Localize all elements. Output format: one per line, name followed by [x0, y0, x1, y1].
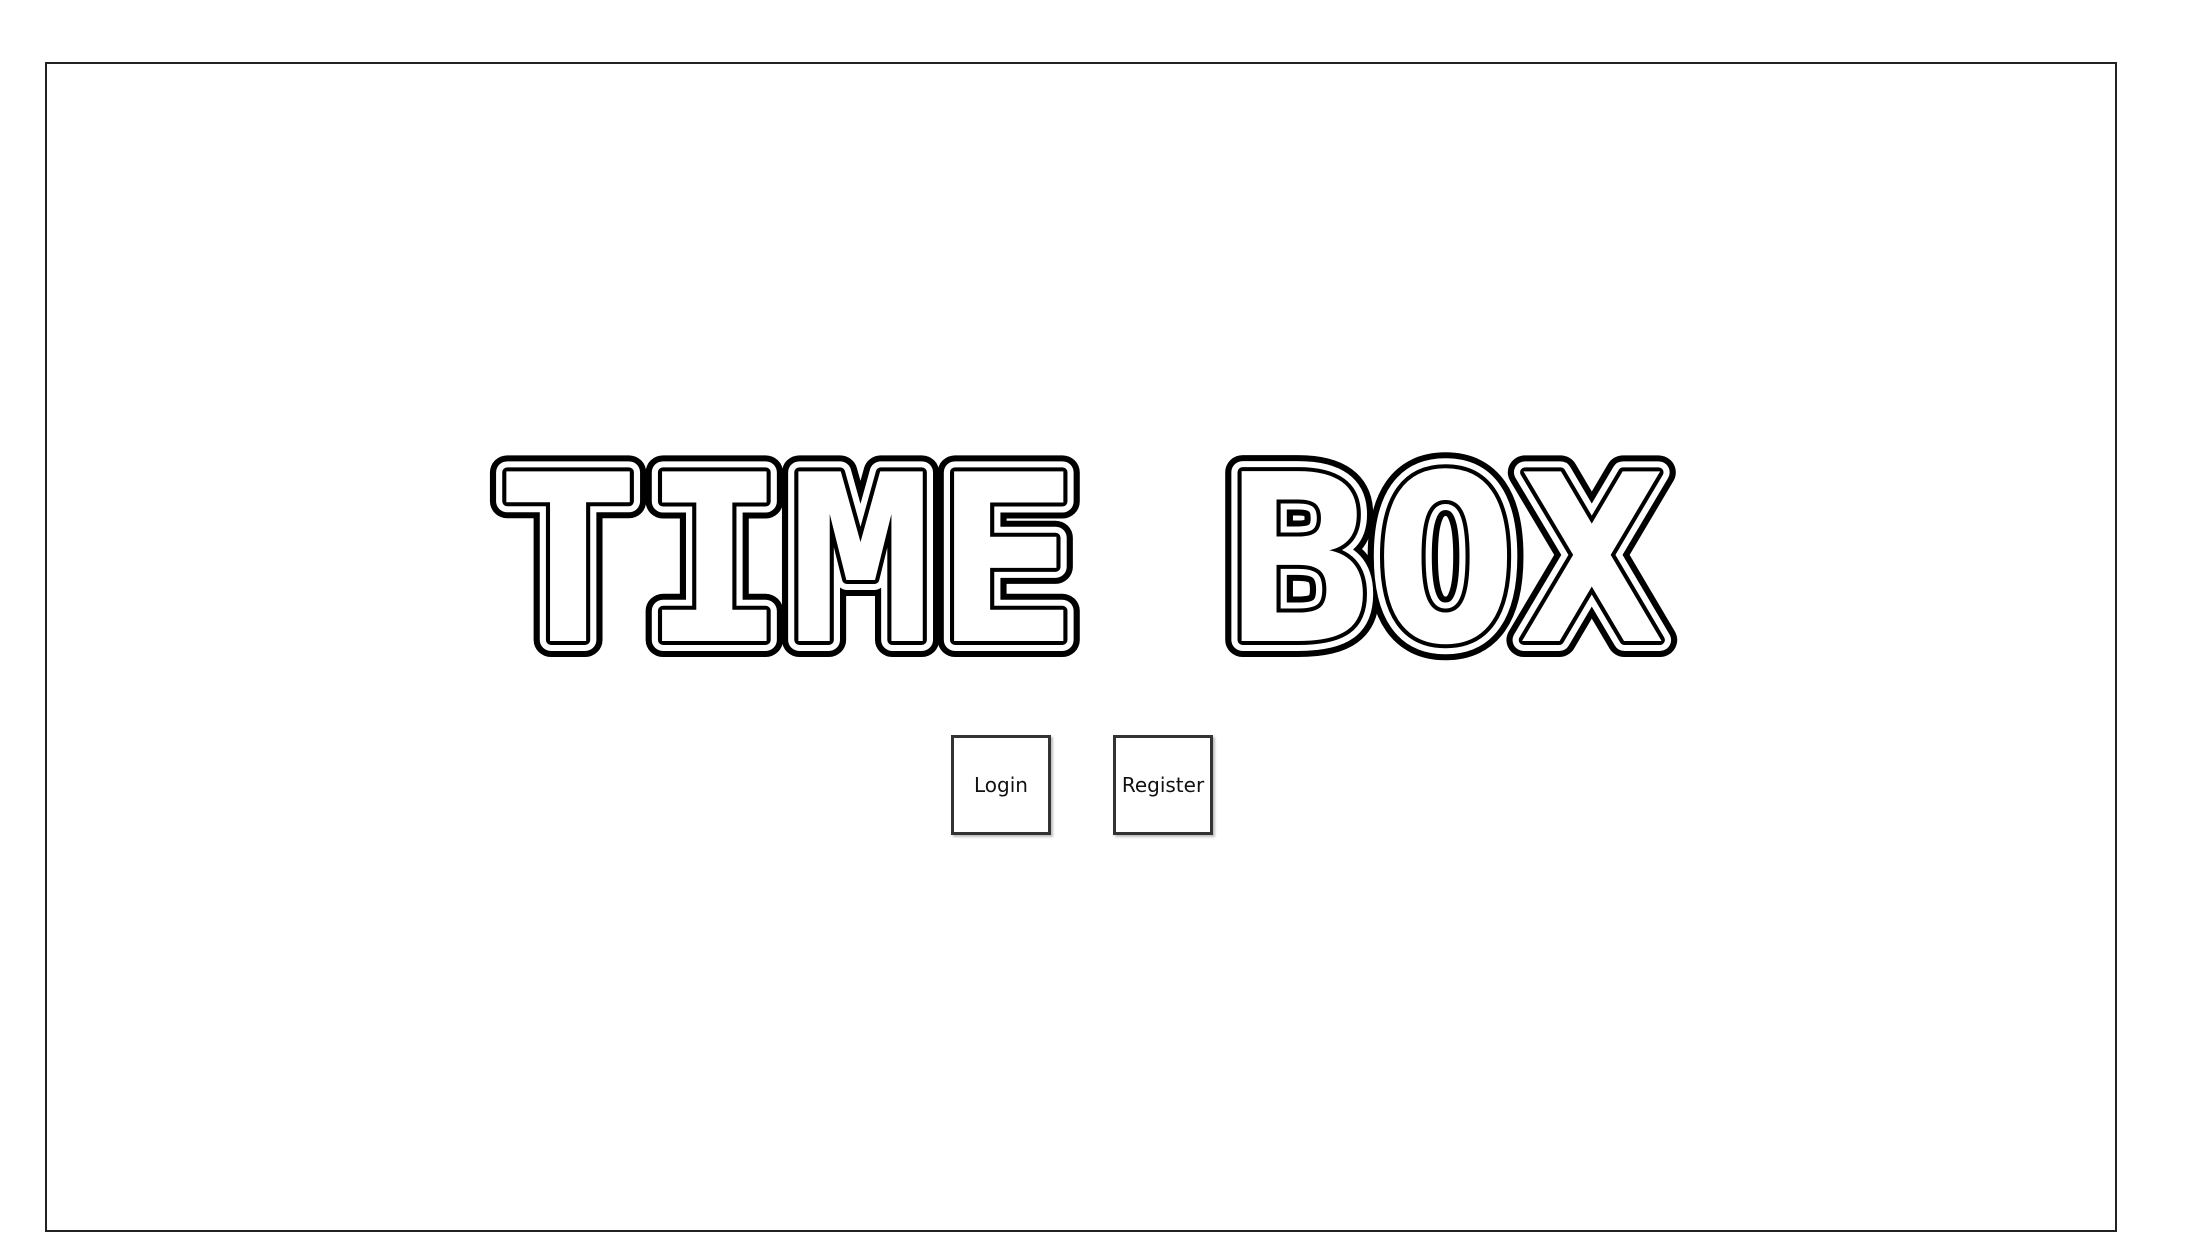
- register-button[interactable]: Register: [1113, 735, 1213, 835]
- login-button[interactable]: Login: [951, 735, 1051, 835]
- logo-svg: TIME BOX TIME BOX TIME BOX TIME BOX: [480, 411, 1680, 712]
- app-logo: TIME BOX TIME BOX TIME BOX TIME BOX: [480, 411, 1680, 712]
- logo-title: TIME BOX: [497, 428, 1667, 695]
